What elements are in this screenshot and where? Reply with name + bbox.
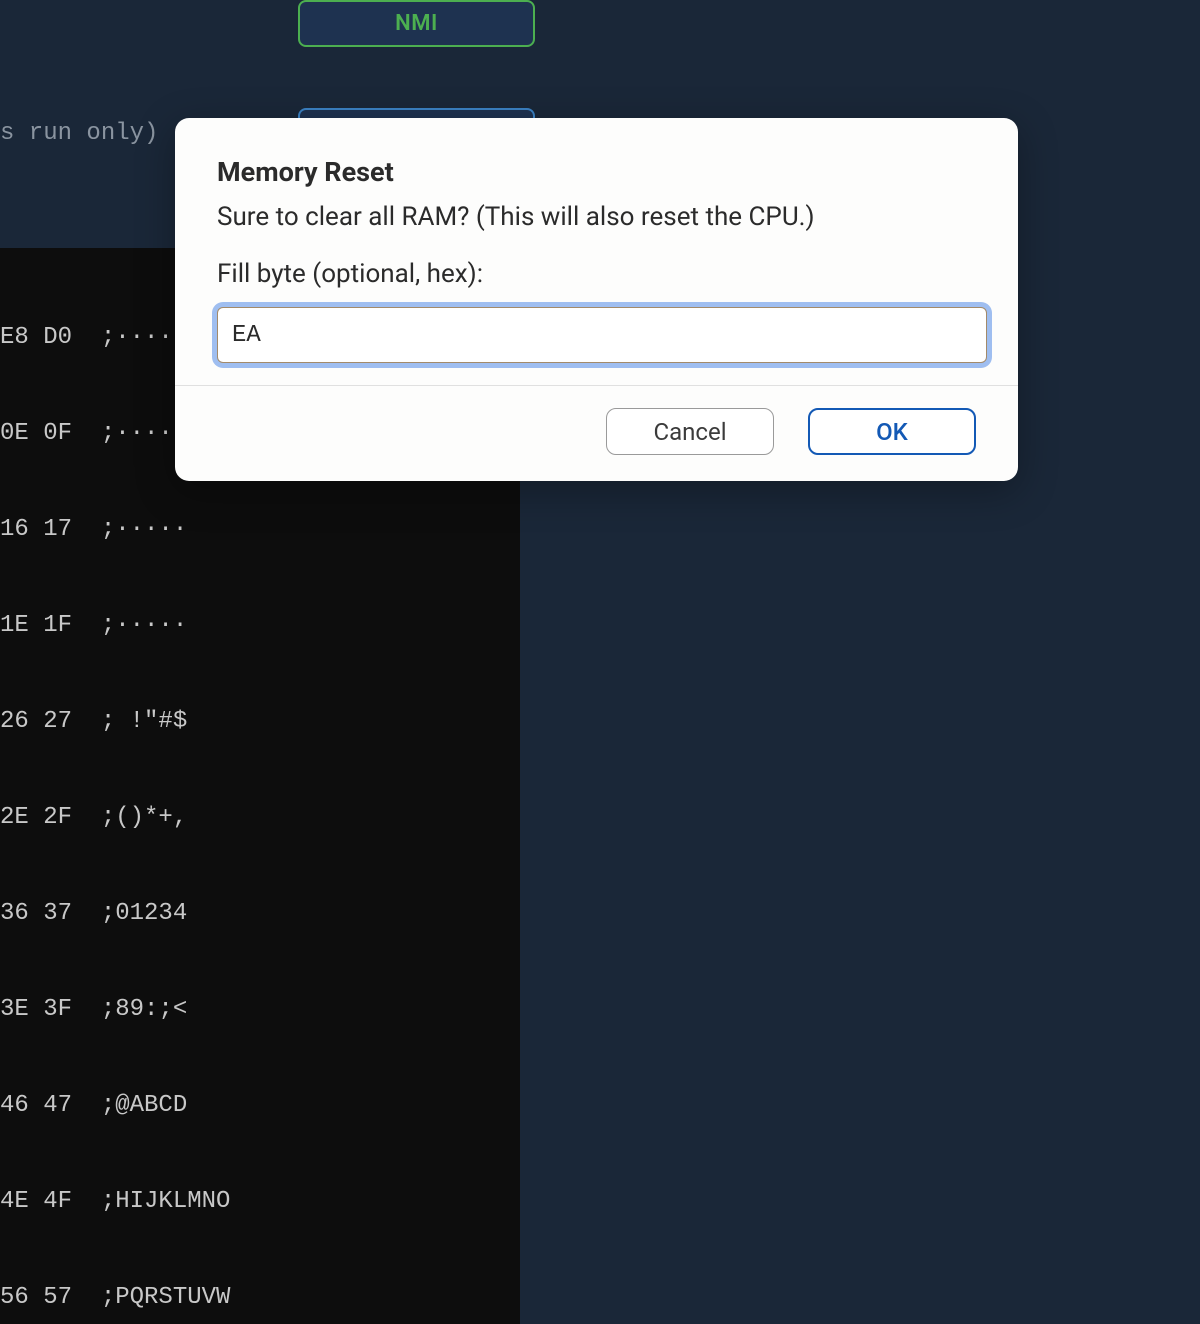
- fill-byte-input[interactable]: [217, 307, 987, 363]
- run-only-caption: s run only): [0, 120, 158, 147]
- dialog-footer: Cancel OK: [175, 385, 1018, 481]
- memory-line: 1E 1F ;·····: [0, 610, 520, 642]
- dialog-input-label: Fill byte (optional, hex):: [217, 259, 976, 289]
- memory-line: 16 17 ;·····: [0, 514, 520, 546]
- dialog-message: Sure to clear all RAM? (This will also r…: [217, 200, 976, 235]
- dialog-title: Memory Reset: [217, 156, 976, 188]
- memory-line: 46 47 ;@ABCD: [0, 1090, 520, 1122]
- memory-line: 2E 2F ;()*+,: [0, 802, 520, 834]
- memory-line: 26 27 ; !"#$: [0, 706, 520, 738]
- nmi-button[interactable]: NMI: [298, 0, 535, 47]
- dialog-content: Memory Reset Sure to clear all RAM? (Thi…: [175, 118, 1018, 385]
- memory-line: 36 37 ;01234: [0, 898, 520, 930]
- memory-line: 56 57 ;PQRSTUVW: [0, 1282, 520, 1314]
- cancel-button[interactable]: Cancel: [606, 408, 774, 455]
- cancel-button-label: Cancel: [653, 418, 726, 446]
- ok-button-label: OK: [876, 418, 908, 446]
- nmi-button-label: NMI: [395, 11, 438, 36]
- memory-reset-dialog: Memory Reset Sure to clear all RAM? (Thi…: [175, 118, 1018, 481]
- memory-line: 3E 3F ;89:;<: [0, 994, 520, 1026]
- ok-button[interactable]: OK: [808, 408, 976, 455]
- memory-line: 4E 4F ;HIJKLMNO: [0, 1186, 520, 1218]
